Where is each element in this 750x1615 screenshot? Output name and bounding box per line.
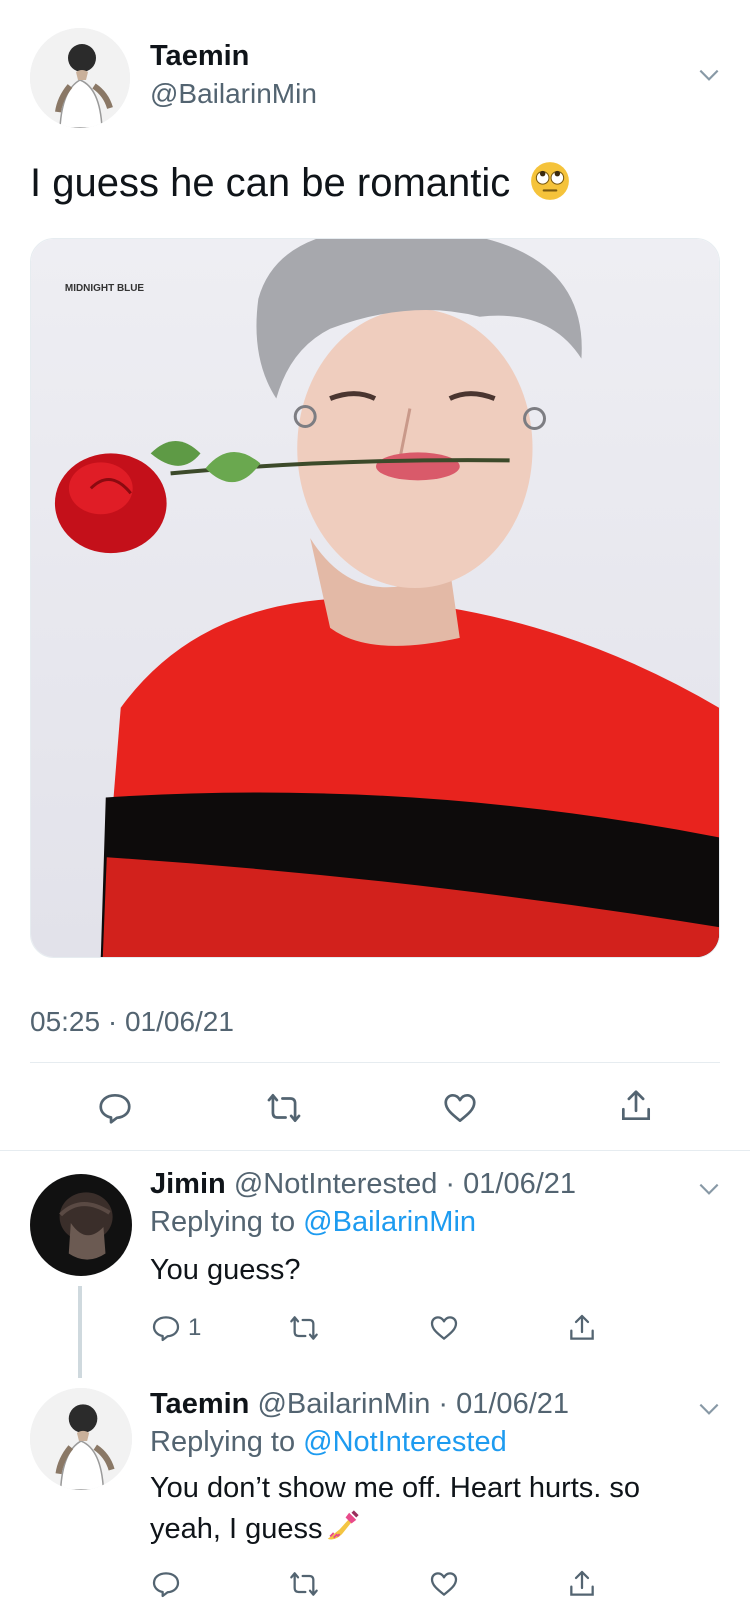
share-icon[interactable] (566, 1564, 598, 1604)
reply-button[interactable]: 1 (150, 1308, 201, 1348)
retweet-icon[interactable] (288, 1564, 320, 1604)
reply-text: You don’t show me off. Heart hurts. so y… (150, 1468, 710, 1549)
reply-author-name[interactable]: Jimin (150, 1168, 226, 1200)
reply-action-bar (150, 1564, 630, 1604)
like-icon[interactable] (428, 1564, 460, 1604)
reply-header: Taemin @BailarinMin · 01/06/21 (150, 1388, 569, 1421)
author-avatar[interactable] (30, 28, 130, 128)
reply-header: Jimin @NotInterested · 01/06/21 (150, 1168, 576, 1201)
reply-icon[interactable] (95, 1088, 135, 1128)
share-icon[interactable] (566, 1308, 598, 1348)
reply-author-handle[interactable]: @BailarinMin (257, 1388, 430, 1420)
tweet-text: I guess he can be romantic (30, 160, 571, 206)
reply-text-content: You don’t show me off. Heart hurts. so y… (150, 1472, 641, 1545)
tweet-text-content: I guess he can be romantic (30, 161, 511, 205)
avatar-photo (30, 1174, 132, 1276)
reply-text: You guess? (150, 1254, 301, 1286)
chevron-down-icon[interactable] (694, 1394, 724, 1424)
chevron-down-icon[interactable] (694, 1174, 724, 1204)
reply-tweet[interactable]: Jimin @NotInterested · 01/06/21 Replying… (0, 1150, 750, 1378)
tweet-media-image[interactable]: MIDNIGHT BLUE (30, 238, 720, 958)
reply-date: · 01/06/21 (445, 1168, 577, 1200)
reply-count: 1 (188, 1314, 202, 1341)
reply-avatar[interactable] (30, 1388, 132, 1490)
retweet-icon[interactable] (264, 1088, 304, 1128)
reply-action-bar: 1 (150, 1308, 630, 1348)
replying-to: Replying to @BailarinMin (150, 1206, 476, 1239)
like-icon[interactable] (428, 1308, 460, 1348)
reply-author-name[interactable]: Taemin (150, 1388, 249, 1420)
replying-to: Replying to @NotInterested (150, 1426, 507, 1459)
replying-label: Replying to (150, 1206, 296, 1238)
face-with-rolling-eyes-icon (529, 160, 571, 202)
nail-polish-icon (323, 1508, 361, 1546)
replying-label: Replying to (150, 1426, 296, 1458)
reply-date: · 01/06/21 (438, 1388, 570, 1420)
author-handle[interactable]: @BailarinMin (150, 78, 317, 110)
thread-connector-line (78, 1286, 82, 1378)
reply-tweet[interactable]: Taemin @BailarinMin · 01/06/21 Replying … (0, 1378, 750, 1615)
media-watermark: MIDNIGHT BLUE (65, 283, 145, 294)
author-name[interactable]: Taemin (150, 40, 249, 73)
reply-avatar[interactable] (30, 1174, 132, 1276)
reply-icon[interactable] (150, 1564, 182, 1604)
replying-to-mention[interactable]: @NotInterested (303, 1426, 507, 1458)
avatar-photo (30, 1388, 132, 1490)
retweet-icon[interactable] (288, 1308, 320, 1348)
share-icon[interactable] (616, 1086, 656, 1126)
chevron-down-icon[interactable] (694, 60, 724, 90)
tweet-timestamp[interactable]: 05:25 · 01/06/21 (30, 1006, 234, 1038)
tweet-action-bar (0, 1080, 750, 1136)
tweet-thread-page: Taemin @BailarinMin I guess he can be ro… (0, 0, 750, 1615)
reply-author-handle[interactable]: @NotInterested (234, 1168, 438, 1200)
like-icon[interactable] (440, 1088, 480, 1128)
divider (30, 1062, 720, 1063)
main-tweet[interactable]: Taemin @BailarinMin I guess he can be ro… (0, 0, 750, 1150)
reply-icon (152, 1316, 180, 1342)
photo-person-with-rose-icon: MIDNIGHT BLUE (31, 239, 719, 957)
replying-to-mention[interactable]: @BailarinMin (303, 1206, 476, 1238)
avatar-photo (30, 28, 130, 128)
